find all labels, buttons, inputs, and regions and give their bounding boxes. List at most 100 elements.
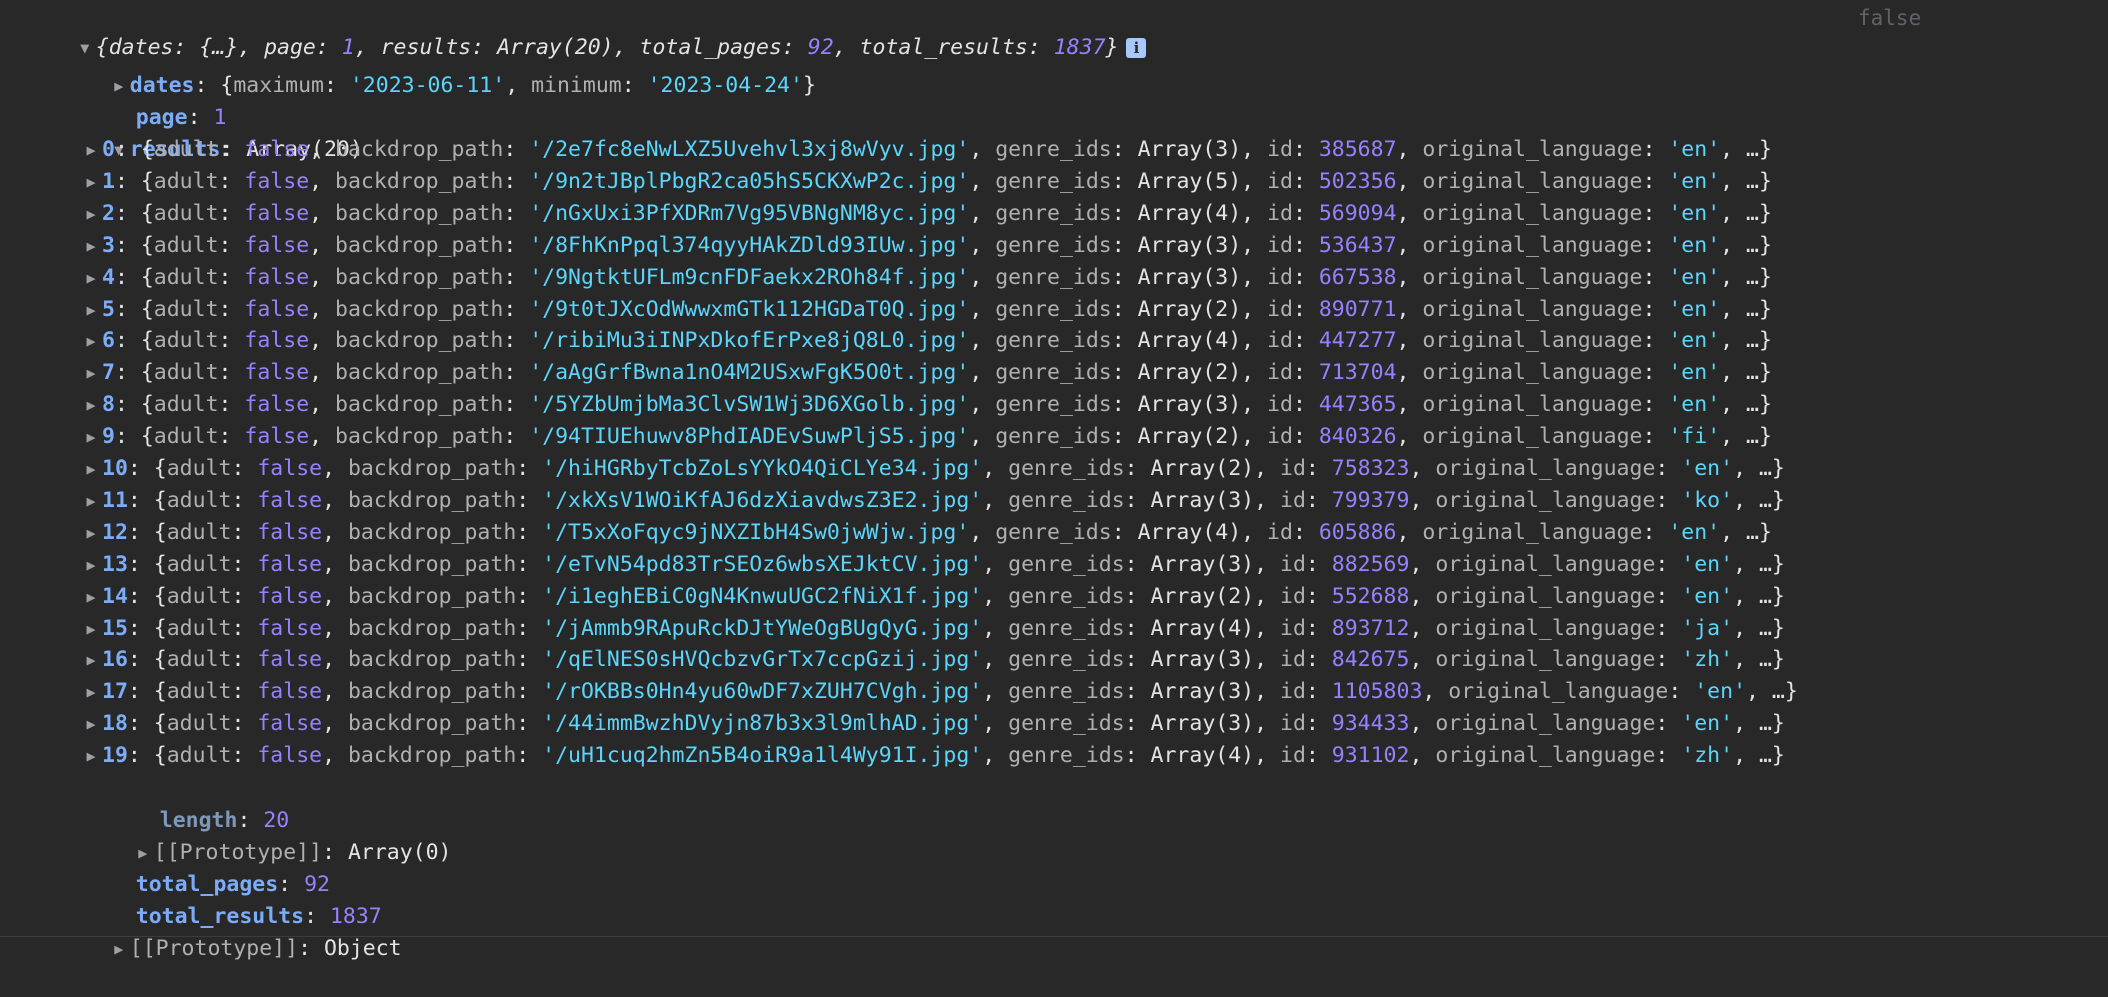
- result-row[interactable]: ▶ 15: {adult: false, backdrop_path: '/jAm…: [80, 613, 1784, 645]
- result-row[interactable]: ▶ 18: {adult: false, backdrop_path: '/44i…: [80, 708, 1784, 740]
- genre-ids-value: Array(3): [1137, 392, 1242, 417]
- genre-ids-value: Array(4): [1150, 616, 1255, 641]
- result-row[interactable]: ▶ 0: {adult: false, backdrop_path: '/2e7f…: [80, 134, 1771, 166]
- adult-value: false: [257, 647, 323, 672]
- result-index: 3: [102, 233, 115, 258]
- adult-key: adult: [166, 456, 232, 481]
- triangle-right-icon[interactable]: ▶: [80, 262, 102, 294]
- id-key: id: [1280, 584, 1306, 609]
- triangle-right-icon[interactable]: ▶: [80, 740, 102, 772]
- result-row[interactable]: ▶ 14: {adult: false, backdrop_path: '/i1e…: [80, 581, 1784, 613]
- genre-ids-key: genre_ids: [1008, 584, 1125, 609]
- backdrop-path-value: '/9n2tJBplPbgR2ca05hS5CKXwP2c.jpg': [529, 169, 970, 194]
- triangle-right-icon[interactable]: ▶: [80, 230, 102, 262]
- object-prototype-row[interactable]: ▶ [[Prototype]]: Object: [56, 901, 401, 961]
- triangle-right-icon[interactable]: ▶: [80, 325, 102, 357]
- backdrop-path-key: backdrop_path: [335, 328, 504, 353]
- result-row[interactable]: ▶ 3: {adult: false, backdrop_path: '/8FhK…: [80, 230, 1771, 262]
- results-row[interactable]: ▼ results: Array(20): [56, 102, 363, 162]
- id-value: 667538: [1318, 265, 1397, 290]
- result-index: 14: [102, 584, 128, 609]
- id-key: id: [1267, 328, 1293, 353]
- triangle-right-icon[interactable]: ▶: [108, 933, 130, 965]
- info-icon[interactable]: i: [1126, 38, 1147, 58]
- result-row[interactable]: ▶ 10: {adult: false, backdrop_path: '/hiH…: [80, 453, 1784, 485]
- result-index: 1: [102, 169, 115, 194]
- id-value: 1105803: [1331, 679, 1423, 704]
- genre-ids-key: genre_ids: [995, 233, 1112, 258]
- original-language-key: original_language: [1422, 201, 1643, 226]
- dates-row[interactable]: ▶ dates: {maximum: '2023-06-11', minimum:…: [56, 38, 816, 98]
- result-row[interactable]: ▶ 12: {adult: false, backdrop_path: '/T5x…: [80, 517, 1771, 549]
- original-language-value: 'en': [1694, 679, 1747, 704]
- genre-ids-value: Array(5): [1137, 169, 1242, 194]
- triangle-right-icon[interactable]: ▶: [80, 389, 102, 421]
- result-row[interactable]: ▶ 16: {adult: false, backdrop_path: '/qEl…: [80, 644, 1784, 676]
- genre-ids-value: Array(4): [1137, 328, 1242, 353]
- result-row[interactable]: ▶ 13: {adult: false, backdrop_path: '/eTv…: [80, 549, 1784, 581]
- triangle-right-icon[interactable]: ▶: [80, 517, 102, 549]
- result-index: 0: [102, 137, 115, 162]
- genre-ids-value: Array(2): [1150, 584, 1255, 609]
- object-summary-row[interactable]: ▼ {dates: {…}, page: 1, results: Array(20…: [22, 0, 1147, 60]
- triangle-right-icon[interactable]: ▶: [80, 581, 102, 613]
- result-row[interactable]: ▶ 9: {adult: false, backdrop_path: '/94TI…: [80, 421, 1771, 453]
- original-language-value: 'en': [1668, 328, 1721, 353]
- id-value: 882569: [1331, 552, 1410, 577]
- genre-ids-value: Array(4): [1150, 743, 1255, 768]
- triangle-right-icon[interactable]: ▶: [80, 357, 102, 389]
- triangle-right-icon[interactable]: ▶: [80, 708, 102, 740]
- backdrop-path-key: backdrop_path: [347, 552, 517, 577]
- backdrop-path-value: '/8FhKnPpql374qyyHAkZDld93IUw.jpg': [529, 233, 970, 258]
- genre-ids-key: genre_ids: [995, 328, 1112, 353]
- triangle-right-icon[interactable]: ▶: [80, 676, 102, 708]
- id-value: 934433: [1331, 711, 1410, 736]
- result-row[interactable]: ▶ 1: {adult: false, backdrop_path: '/9n2t…: [80, 166, 1771, 198]
- triangle-right-icon[interactable]: ▶: [80, 166, 102, 198]
- result-row[interactable]: ▶ 4: {adult: false, backdrop_path: '/9Ngt…: [80, 262, 1771, 294]
- result-row[interactable]: ▶ 2: {adult: false, backdrop_path: '/nGxU…: [80, 198, 1771, 230]
- genre-ids-key: genre_ids: [995, 297, 1112, 322]
- triangle-right-icon[interactable]: ▶: [80, 644, 102, 676]
- id-key: id: [1267, 520, 1293, 545]
- original-language-value: 'en': [1681, 584, 1734, 609]
- result-row[interactable]: ▶ 8: {adult: false, backdrop_path: '/5YZb…: [80, 389, 1771, 421]
- triangle-right-icon[interactable]: ▶: [80, 421, 102, 453]
- original-language-value: 'en': [1681, 552, 1734, 577]
- backdrop-path-key: backdrop_path: [347, 488, 517, 513]
- original-language-value: 'en': [1668, 520, 1721, 545]
- id-value: 385687: [1318, 137, 1397, 162]
- result-row[interactable]: ▶ 7: {adult: false, backdrop_path: '/aAgG…: [80, 357, 1771, 389]
- original-language-key: original_language: [1422, 137, 1643, 162]
- triangle-right-icon[interactable]: ▶: [80, 485, 102, 517]
- genre-ids-key: genre_ids: [1008, 743, 1125, 768]
- adult-key: adult: [153, 360, 219, 385]
- triangle-right-icon[interactable]: ▶: [80, 453, 102, 485]
- triangle-right-icon[interactable]: ▶: [80, 134, 102, 166]
- result-row[interactable]: ▶ 6: {adult: false, backdrop_path: '/ribi…: [80, 325, 1771, 357]
- triangle-right-icon[interactable]: ▶: [80, 613, 102, 645]
- result-row[interactable]: ▶ 19: {adult: false, backdrop_path: '/uH1…: [80, 740, 1784, 772]
- result-row[interactable]: ▶ 11: {adult: false, backdrop_path: '/xkX…: [80, 485, 1784, 517]
- adult-key: adult: [153, 328, 219, 353]
- original-language-value: 'zh': [1681, 647, 1734, 672]
- id-value: 502356: [1318, 169, 1397, 194]
- genre-ids-key: genre_ids: [1008, 679, 1125, 704]
- adult-key: adult: [166, 616, 232, 641]
- genre-ids-value: Array(3): [1150, 679, 1255, 704]
- triangle-right-icon[interactable]: ▶: [80, 549, 102, 581]
- backdrop-path-value: '/94TIUEhuwv8PhdIADEvSuwPljS5.jpg': [529, 424, 970, 449]
- result-row[interactable]: ▶ 5: {adult: false, backdrop_path: '/9t0t…: [80, 294, 1771, 326]
- backdrop-path-key: backdrop_path: [347, 616, 517, 641]
- triangle-right-icon[interactable]: ▶: [80, 198, 102, 230]
- result-row[interactable]: ▶ 17: {adult: false, backdrop_path: '/rOK…: [80, 676, 1797, 708]
- genre-ids-value: Array(3): [1137, 233, 1242, 258]
- original-language-key: original_language: [1422, 328, 1643, 353]
- original-language-key: original_language: [1435, 647, 1656, 672]
- triangle-right-icon[interactable]: ▶: [80, 294, 102, 326]
- adult-key: adult: [166, 679, 232, 704]
- results-prototype-row[interactable]: ▶ [[Prototype]]: Array(0): [80, 805, 451, 865]
- adult-value: false: [257, 616, 323, 641]
- id-key: id: [1280, 456, 1306, 481]
- backdrop-path-value: '/hiHGRbyTcbZoLsYYkO4QiCLYe34.jpg': [542, 456, 983, 481]
